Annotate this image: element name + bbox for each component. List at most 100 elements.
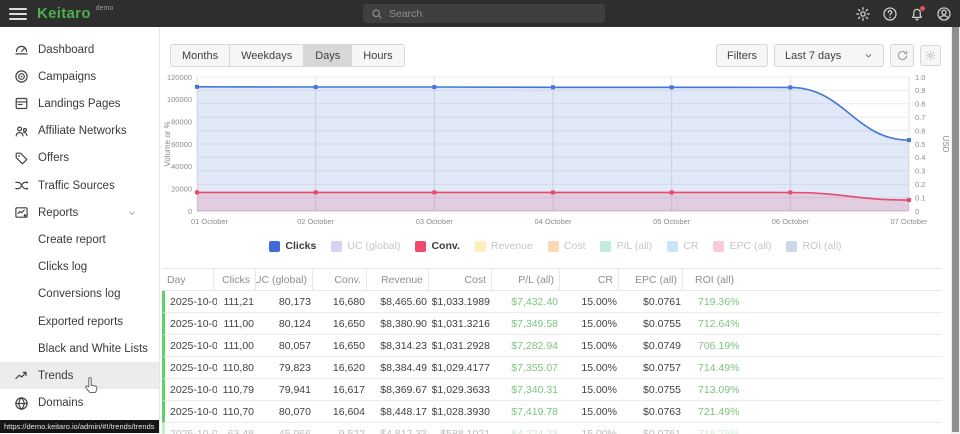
sidebar-item-label: Conversions log (38, 288, 120, 300)
landings-pages-icon (13, 96, 29, 112)
filters-button[interactable]: Filters (716, 44, 768, 67)
sidebar-item-black-and-white-lists[interactable]: Black and White Lists (0, 335, 159, 362)
topbar-icon-group (854, 0, 952, 27)
table-row[interactable]: 2025-10-02111,0080,12416,650$8,380.90$1,… (162, 313, 942, 335)
trends-chart[interactable]: 02000040000600008000010000012000000.10.2… (161, 70, 950, 232)
legend-item-uc-global-[interactable]: UC (global) (331, 240, 400, 252)
table-row[interactable]: 2025-10-06110,7080,07016,604$8,448.17$1,… (162, 401, 942, 423)
chart-settings-button[interactable] (920, 45, 941, 66)
sidebar-item-conversions-log[interactable]: Conversions log (0, 281, 159, 308)
landings-pages-icon (14, 96, 29, 111)
sidebar-item-label: Affiliate Networks (38, 125, 127, 137)
table-row[interactable]: 2025-10-03111,0080,05716,650$8,314.23$1,… (162, 335, 942, 357)
tab-weekdays[interactable]: Weekdays (229, 44, 304, 67)
refresh-button[interactable] (890, 44, 914, 67)
cell-epc-all-: $0.0749 (622, 335, 686, 356)
legend-item-revenue[interactable]: Revenue (475, 240, 533, 252)
table-row[interactable]: 2025-10-01111,2180,17316,680$8,465.60$1,… (162, 291, 942, 313)
cell-p-l-all-: $7,432.40 (495, 291, 563, 312)
vertical-scrollbar[interactable] (951, 27, 960, 434)
sidebar-item-dashboard[interactable]: Dashboard (0, 36, 159, 63)
affiliate-networks-icon (13, 123, 29, 139)
traffic-sources-icon (13, 178, 29, 194)
cell-p-l-all-: $7,340.31 (495, 379, 563, 400)
sidebar-item-trends[interactable]: Trends (0, 362, 159, 389)
cell-uc-global-: 80,070 (259, 401, 316, 422)
table-row[interactable]: 2025-10-0763,4845,9669,522$4,812.33$588.… (162, 423, 942, 434)
sidebar-item-offers[interactable]: Offers (0, 145, 159, 172)
svg-text:0.9: 0.9 (915, 86, 925, 95)
legend-item-clicks[interactable]: Clicks (269, 240, 316, 252)
column-header-p-l-all-[interactable]: P/L (all) (492, 269, 560, 290)
column-header-roi-all-[interactable]: ROI (all) (683, 269, 942, 290)
chevron-down-icon (127, 208, 137, 221)
legend-label: ROI (all) (802, 240, 841, 252)
reports-icon (13, 205, 29, 221)
sidebar-item-affiliate-networks[interactable]: Affiliate Networks (0, 118, 159, 145)
cell-clicks: 110,80 (217, 357, 259, 378)
date-range-select[interactable]: Last 7 days (774, 44, 884, 67)
cell-revenue: $8,384.49 (370, 357, 432, 378)
offers-icon (14, 151, 29, 166)
sidebar-item-create-report[interactable]: Create report (0, 226, 159, 253)
cell-epc-all-: $0.0755 (622, 379, 686, 400)
cell-epc-all-: $0.0761 (622, 291, 686, 312)
account-icon-button[interactable] (935, 5, 952, 22)
column-header-revenue[interactable]: Revenue (367, 269, 429, 290)
sidebar-item-domains[interactable]: Domains (0, 390, 159, 417)
scrollbar-thumb[interactable] (952, 27, 959, 432)
cell-day: 2025-10-01 (165, 291, 217, 312)
sidebar-item-label: Clicks log (38, 261, 87, 273)
notifications-bell-icon-button[interactable] (908, 5, 925, 22)
table-row[interactable]: 2025-10-05110,7979,94116,617$8,369.67$1,… (162, 379, 942, 401)
sidebar-item-traffic-sources[interactable]: Traffic Sources (0, 172, 159, 199)
sidebar-item-campaigns[interactable]: Campaigns (0, 63, 159, 90)
legend-item-cr[interactable]: CR (667, 240, 698, 252)
legend-item-conv-[interactable]: Conv. (415, 240, 459, 252)
svg-text:80000: 80000 (171, 117, 192, 126)
svg-text:USD: USD (941, 136, 950, 153)
column-header-conv-[interactable]: Conv. (313, 269, 367, 290)
cell-roi-all-: 713.09% (686, 379, 942, 400)
cell-revenue: $8,465.60 (370, 291, 432, 312)
svg-text:120000: 120000 (167, 73, 192, 82)
search-input[interactable]: Search (363, 4, 605, 23)
keitaro-logo[interactable]: Keitaro (37, 5, 91, 22)
sidebar-item-exported-reports[interactable]: Exported reports (0, 308, 159, 335)
settings-gear-icon-button[interactable] (854, 5, 871, 22)
tab-months[interactable]: Months (170, 44, 230, 67)
cell-roi-all-: 718.25% (686, 423, 942, 434)
table-row[interactable]: 2025-10-04110,8079,82316,620$8,384.49$1,… (162, 357, 942, 379)
cell-cr: 15.00% (563, 401, 622, 422)
legend-label: P/L (all) (616, 240, 652, 252)
column-header-epc-all-[interactable]: EPC (all) (619, 269, 683, 290)
sidebar-item-clicks-log[interactable]: Clicks log (0, 254, 159, 281)
campaigns-icon (13, 69, 29, 85)
column-header-cr[interactable]: CR (560, 269, 619, 290)
column-header-cost[interactable]: Cost (429, 269, 492, 290)
search-placeholder: Search (389, 8, 422, 20)
search-icon (371, 8, 383, 20)
cell-cost: $1,029.3633 (432, 379, 495, 400)
legend-item-cost[interactable]: Cost (548, 240, 586, 252)
tab-days[interactable]: Days (303, 44, 352, 67)
column-header-uc-global-[interactable]: UC (global) (256, 269, 313, 290)
sidebar-item-landings-pages[interactable]: Landings Pages (0, 90, 159, 117)
legend-item-epc-all-[interactable]: EPC (all) (713, 240, 771, 252)
svg-text:0: 0 (915, 207, 919, 216)
svg-text:Volume or %: Volume or % (163, 121, 172, 166)
cell-cr: 15.00% (563, 335, 622, 356)
sidebar-item-reports[interactable]: Reports (0, 199, 159, 226)
column-header-day[interactable]: Day (162, 269, 214, 290)
cell-roi-all-: 721.49% (686, 401, 942, 422)
tab-hours[interactable]: Hours (351, 44, 404, 67)
chart-legend: Clicks UC (global) Conv. Revenue Cost P/L (al… (161, 240, 950, 252)
help-icon-button[interactable] (881, 5, 898, 22)
legend-item-p-l-all-[interactable]: P/L (all) (600, 240, 652, 252)
legend-item-roi-all-[interactable]: ROI (all) (786, 240, 841, 252)
cell-revenue: $8,314.23 (370, 335, 432, 356)
column-header-clicks[interactable]: Clicks (214, 269, 256, 290)
cell-epc-all-: $0.0755 (622, 313, 686, 334)
hamburger-menu-icon[interactable] (9, 8, 27, 20)
svg-text:0.8: 0.8 (915, 100, 925, 109)
